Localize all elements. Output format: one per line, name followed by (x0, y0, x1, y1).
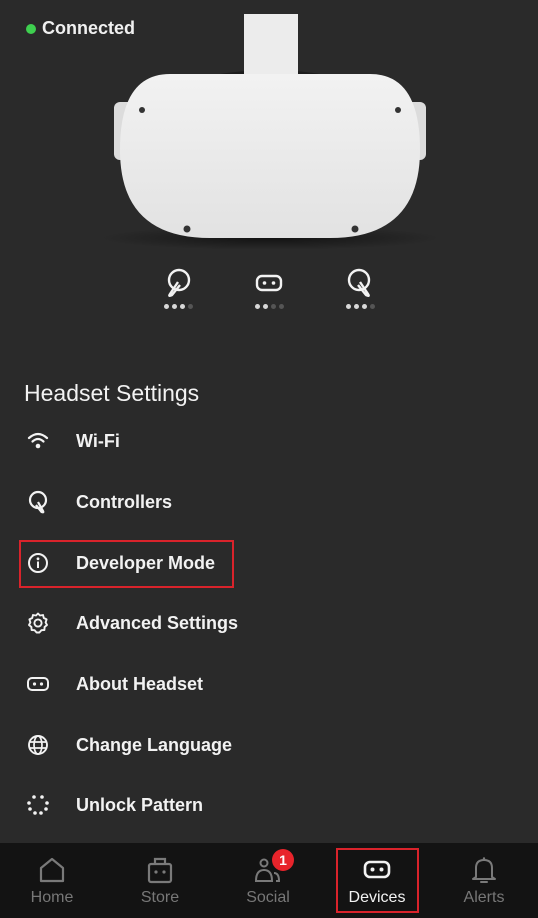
headset-icon (22, 672, 54, 696)
right-controller-icon (347, 268, 371, 297)
menu-item-label: Change Language (76, 734, 233, 755)
devices-tab-highlight (336, 848, 419, 913)
home-icon (7, 855, 97, 885)
menu-item-wifi[interactable]: Wi-Fi (22, 419, 120, 463)
menu-item-label: Advanced Settings (76, 612, 239, 633)
notification-badge: 1 (272, 849, 294, 871)
menu-item-about-headset[interactable]: About Headset (22, 662, 203, 706)
social-icon: 1 (223, 849, 313, 885)
menu-item-label: Controllers (76, 491, 173, 512)
tab-label: Alerts (463, 889, 505, 906)
tab-label: Social (246, 889, 290, 906)
store-icon (115, 855, 205, 885)
tab-store[interactable]: Store (115, 843, 205, 918)
headset-status[interactable] (249, 268, 289, 309)
left-controller-icon (167, 268, 191, 297)
right-controller-status[interactable] (340, 268, 380, 309)
connection-status: Connected (26, 18, 135, 39)
gear-icon (22, 611, 54, 635)
menu-item-unlock-pattern[interactable]: Unlock Pattern (22, 783, 203, 827)
developer-mode-highlight (19, 540, 234, 588)
menu-item-label: Unlock Pattern (76, 794, 204, 815)
tab-alerts[interactable]: Alerts (439, 843, 529, 918)
headset-icon (255, 274, 283, 292)
controller-icon (22, 490, 54, 514)
device-battery-row (0, 268, 538, 328)
tab-home[interactable]: Home (7, 843, 97, 918)
menu-item-advanced-settings[interactable]: Advanced Settings (22, 601, 238, 645)
bell-icon (439, 855, 529, 885)
section-title: Headset Settings (24, 380, 200, 406)
tab-social[interactable]: 1 Social (223, 843, 313, 918)
globe-icon (22, 733, 54, 757)
left-controller-status[interactable] (158, 268, 198, 309)
tab-label: Store (140, 889, 180, 906)
status-dot-icon (26, 23, 36, 34)
left-controller-battery (158, 304, 198, 309)
headset-battery (249, 304, 289, 309)
status-label: Connected (42, 18, 136, 38)
right-controller-battery (340, 304, 380, 309)
bottom-tab-bar: Home Store 1 Social Devices Alerts (0, 843, 538, 918)
menu-item-change-language[interactable]: Change Language (22, 723, 232, 767)
wifi-icon (22, 429, 54, 453)
pattern-icon (22, 793, 54, 817)
menu-item-label: Wi-Fi (76, 430, 120, 451)
menu-item-controllers[interactable]: Controllers (22, 480, 172, 524)
tab-label: Home (30, 889, 74, 906)
menu-item-label: About Headset (76, 673, 204, 694)
